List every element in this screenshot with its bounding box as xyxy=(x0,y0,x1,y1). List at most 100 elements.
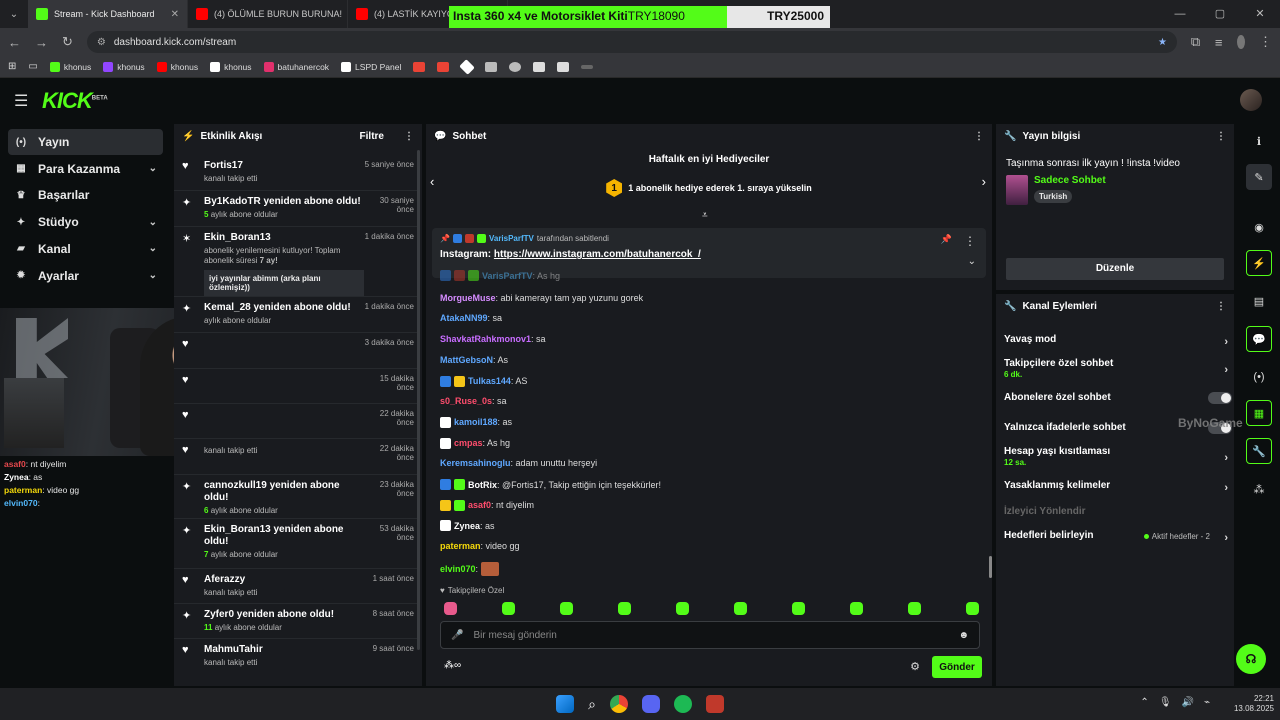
chevron-right-icon[interactable]: › xyxy=(1224,336,1228,348)
stream-info-more-icon[interactable]: ⋮ xyxy=(1216,131,1226,142)
sidebar-item[interactable]: ✹ Ayarlar ⌄ xyxy=(8,263,163,289)
chevron-down-icon[interactable]: ⌄ xyxy=(149,217,157,228)
chevron-down-icon[interactable]: ⌄ xyxy=(149,270,157,281)
stream-info-rail-icon[interactable]: ▦ xyxy=(1246,400,1272,426)
info-icon[interactable]: ℹ xyxy=(1246,128,1272,154)
taskbar-search-icon[interactable]: ⌕ xyxy=(588,696,596,713)
activity-item[interactable]: ✦ By1KadoTR yeniden abone oldu! 5 aylık ab… xyxy=(182,196,414,220)
spotify-icon[interactable] xyxy=(673,695,692,713)
toggle-switch[interactable] xyxy=(1208,392,1232,404)
chat-message[interactable]: cmpas: As hg xyxy=(440,437,510,449)
extensions-icon[interactable]: ⧉ xyxy=(1191,34,1200,50)
tray-mic-icon[interactable]: 🎙 xyxy=(1159,697,1172,708)
tray-speaker-icon[interactable]: 🔊 xyxy=(1182,697,1194,708)
chat-message[interactable]: VarisParfTV: As hg xyxy=(440,270,560,281)
browser-tab[interactable]: (4) ÖLÜMLE BURUN BURUNA!✕ xyxy=(188,0,348,28)
chat-message[interactable]: elvin070: xyxy=(440,561,500,576)
emote-shortcut-icon[interactable] xyxy=(792,602,805,615)
category-thumbnail[interactable] xyxy=(1006,175,1028,205)
chevron-right-icon[interactable]: › xyxy=(1224,482,1228,494)
activity-item[interactable]: ♥ 22 dakika önce xyxy=(182,409,414,427)
emote-shortcut-icon[interactable] xyxy=(502,602,515,615)
broadcast-rail-icon[interactable]: (•) xyxy=(1246,364,1272,390)
profile-icon[interactable] xyxy=(1237,35,1245,49)
bookmark-dash-icon[interactable] xyxy=(581,64,594,69)
chat-message[interactable]: ShavkatRahkmonov1: sa xyxy=(440,334,546,344)
chat-message-input[interactable]: 🎤 Bir mesaj gönderin ☻ xyxy=(440,621,980,649)
chat-username[interactable]: MorgueMuse xyxy=(440,293,496,303)
chat-username[interactable]: VarisParfTV xyxy=(482,271,533,281)
user-avatar[interactable] xyxy=(1240,89,1262,111)
chat-message[interactable]: MattGebsoN: As xyxy=(440,355,508,365)
maximize-icon[interactable]: ▢ xyxy=(1200,0,1240,28)
emote-shortcut-icon[interactable] xyxy=(850,602,863,615)
activity-item[interactable]: ♥ 3 dakika önce xyxy=(182,338,414,350)
emote-shortcut-icon[interactable] xyxy=(676,602,689,615)
tray-expand-icon[interactable]: ⌃ xyxy=(1140,697,1148,708)
chat-username[interactable]: paterman xyxy=(440,541,481,551)
activity-item[interactable]: ✦ cannozkull19 yeniden abone oldu! 6 aylık… xyxy=(182,480,414,516)
chat-username[interactable]: Tulkas144 xyxy=(468,376,511,386)
back-icon[interactable]: ← xyxy=(8,35,21,50)
send-button[interactable]: Gönder xyxy=(932,656,982,678)
activity-item[interactable]: ✦ Kemal_28 yeniden abone oldu! aylık abone… xyxy=(182,302,414,326)
chevron-down-icon[interactable]: ⌄ xyxy=(149,163,157,174)
taskbar-clock[interactable]: 22:21 13.08.2025 xyxy=(1234,694,1274,714)
chevron-right-icon[interactable]: › xyxy=(1224,364,1228,376)
wrench-rail-icon[interactable]: 🔧 xyxy=(1246,438,1272,464)
chevron-down-icon[interactable]: ⌄ xyxy=(149,243,157,254)
channel-actions-more-icon[interactable]: ⋮ xyxy=(1216,301,1226,312)
chat-message[interactable]: AtakaNN99: sa xyxy=(440,313,502,323)
chat-message[interactable]: paterman: video gg xyxy=(440,541,520,551)
bookmark-item[interactable]: LSPD Panel xyxy=(341,61,401,72)
activity-item[interactable]: ✦ Zyfer0 yeniden abone oldu! 11 aylık abon… xyxy=(182,609,414,633)
channel-action-item[interactable]: Hedefleri belirleyin Aktif hedefler - 2 › xyxy=(1004,530,1228,544)
emote-shortcut-icon[interactable] xyxy=(734,602,747,615)
lightning-rail-icon[interactable]: ⚡ xyxy=(1246,250,1272,276)
channel-action-item[interactable]: Yavaş mod › xyxy=(1004,334,1228,348)
pinned-by-user[interactable]: VarisParfTV xyxy=(489,234,534,243)
chat-username[interactable]: MattGebsoN xyxy=(440,355,493,365)
tab-search-icon[interactable]: ⌄ xyxy=(0,9,28,20)
chat-username[interactable]: Zynea xyxy=(454,521,480,531)
bookmark-item[interactable]: batuhanercok xyxy=(263,61,329,72)
activity-item[interactable]: ♥ MahmuTahir kanalı takip etti 9 saat önce xyxy=(182,644,414,668)
tray-network-icon[interactable]: ⌁ xyxy=(1204,697,1210,708)
windows-start-icon[interactable] xyxy=(556,695,575,713)
chat-message[interactable]: MorgueMuse: abi kamerayı tam yap yuzunu … xyxy=(440,293,643,303)
pinned-link[interactable]: https://www.instagram.com/batuhanercok_/ xyxy=(494,249,701,260)
folder-icon[interactable]: ▭ xyxy=(28,61,37,72)
discord-icon[interactable] xyxy=(641,695,660,713)
chat-message[interactable]: asaf0: nt diyelim xyxy=(440,499,534,511)
chat-message[interactable]: kamoil188: as xyxy=(440,416,512,428)
activity-item[interactable]: ♥ Fortis17 kanalı takip etti 5 saniye önce xyxy=(182,160,414,184)
emote-shortcut-icon[interactable] xyxy=(444,602,457,615)
document-icon[interactable]: ▤ xyxy=(1246,288,1272,314)
chat-username[interactable]: cmpas xyxy=(454,438,483,448)
streamlabs-icon[interactable] xyxy=(705,695,724,713)
chat-more-icon[interactable]: ⋮ xyxy=(974,131,984,142)
chat-username[interactable]: BotRix xyxy=(468,480,497,490)
hamburger-menu-icon[interactable]: ☰ xyxy=(14,91,34,111)
gifters-prev-icon[interactable]: ‹ xyxy=(430,174,434,189)
gifters-next-icon[interactable]: › xyxy=(982,174,986,189)
sidebar-item[interactable]: ▦ Para Kazanma ⌄ xyxy=(8,156,163,182)
expand-pinned-icon[interactable]: ⌄ xyxy=(968,256,976,267)
chat-message[interactable]: s0_Ruse_0s: sa xyxy=(440,396,507,406)
channel-action-item[interactable]: Takipçilere özel sohbet 6 dk. › xyxy=(1004,358,1228,379)
chat-username[interactable]: ShavkatRahkmonov1 xyxy=(440,334,531,344)
chat-message[interactable]: Zynea: as xyxy=(440,520,495,532)
bookmark-diamond-icon[interactable] xyxy=(459,58,476,75)
chat-username[interactable]: kamoil188 xyxy=(454,417,498,427)
chrome-icon[interactable] xyxy=(609,695,628,713)
chat-rail-icon[interactable]: 💬 xyxy=(1246,326,1272,352)
emoji-picker-icon[interactable]: ☻ xyxy=(958,630,969,641)
chevron-right-icon[interactable]: › xyxy=(1224,532,1228,544)
bookmark-triangle-icon[interactable] xyxy=(557,61,570,72)
chevron-right-icon[interactable]: › xyxy=(1224,452,1228,464)
bookmark-tv-icon[interactable] xyxy=(485,61,498,72)
channel-action-item[interactable]: Yasaklanmış kelimeler › xyxy=(1004,480,1228,494)
activity-item[interactable]: ♥ 15 dakika önce xyxy=(182,374,414,392)
bookmark-globe-icon[interactable] xyxy=(509,61,522,72)
activity-item[interactable]: ♥ Aferazzy kanalı takip etti 1 saat önce xyxy=(182,574,414,598)
